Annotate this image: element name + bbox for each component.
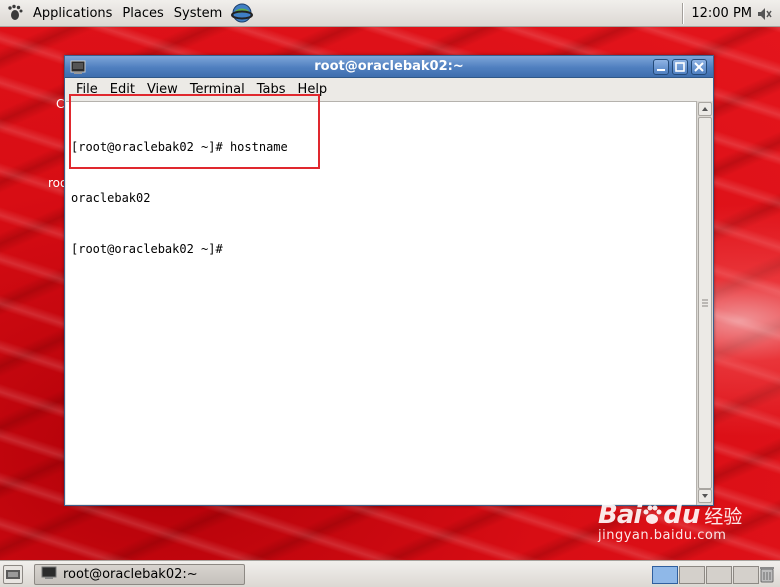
terminal-task-icon [41, 566, 57, 584]
taskbar-window-button[interactable]: root@oraclebak02:~ [34, 564, 245, 585]
top-panel: Applications Places System 12:00 PM [0, 0, 780, 27]
scrollbar-thumb[interactable] [698, 117, 712, 489]
vertical-scrollbar[interactable] [696, 101, 713, 505]
clock[interactable]: 12:00 PM [691, 0, 752, 27]
menu-places[interactable]: Places [117, 6, 168, 21]
window-title: root@oraclebak02:~ [314, 59, 464, 74]
scroll-up-button[interactable] [698, 102, 712, 116]
maximize-button[interactable] [672, 59, 688, 75]
minimize-button[interactable] [653, 59, 669, 75]
workspace-2[interactable] [679, 566, 705, 584]
window-titlebar[interactable]: root@oraclebak02:~ [65, 56, 713, 78]
baidu-logo-text: Bai [598, 500, 642, 530]
panel-separator [682, 3, 684, 24]
baidu-logo-suffix: du [663, 500, 701, 530]
browser-globe-icon[interactable] [231, 2, 254, 24]
baidu-jingyan-watermark: Bai du 经验 jingyan.baidu.com [598, 500, 742, 543]
workspace-4[interactable] [733, 566, 759, 584]
terminal-window: root@oraclebak02:~ File Edit View Termin… [64, 55, 714, 506]
watermark-url: jingyan.baidu.com [598, 528, 727, 543]
workspace-1[interactable] [652, 566, 678, 584]
taskbar-window-label: root@oraclebak02:~ [63, 567, 198, 582]
workspace-3[interactable] [706, 566, 732, 584]
jingyan-text: 经验 [704, 506, 743, 528]
panel-menu: Applications Places System [0, 0, 259, 27]
terminal-output-area[interactable]: [root@oraclebak02 ~]# hostname oraclebak… [66, 94, 696, 504]
annotation-highlight-box [69, 94, 320, 169]
gnome-foot-icon[interactable] [6, 4, 24, 22]
show-desktop-button[interactable] [3, 565, 23, 584]
bottom-panel: root@oraclebak02:~ [0, 560, 780, 587]
trash-icon[interactable] [758, 564, 776, 587]
volume-icon[interactable] [756, 6, 772, 26]
terminal-line: [root@oraclebak02 ~]# [71, 242, 223, 256]
close-button[interactable] [691, 59, 707, 75]
menu-applications[interactable]: Applications [28, 6, 117, 21]
terminal-line: oraclebak02 [71, 191, 151, 205]
menu-system[interactable]: System [169, 6, 227, 21]
baidu-paw-icon [641, 504, 663, 526]
